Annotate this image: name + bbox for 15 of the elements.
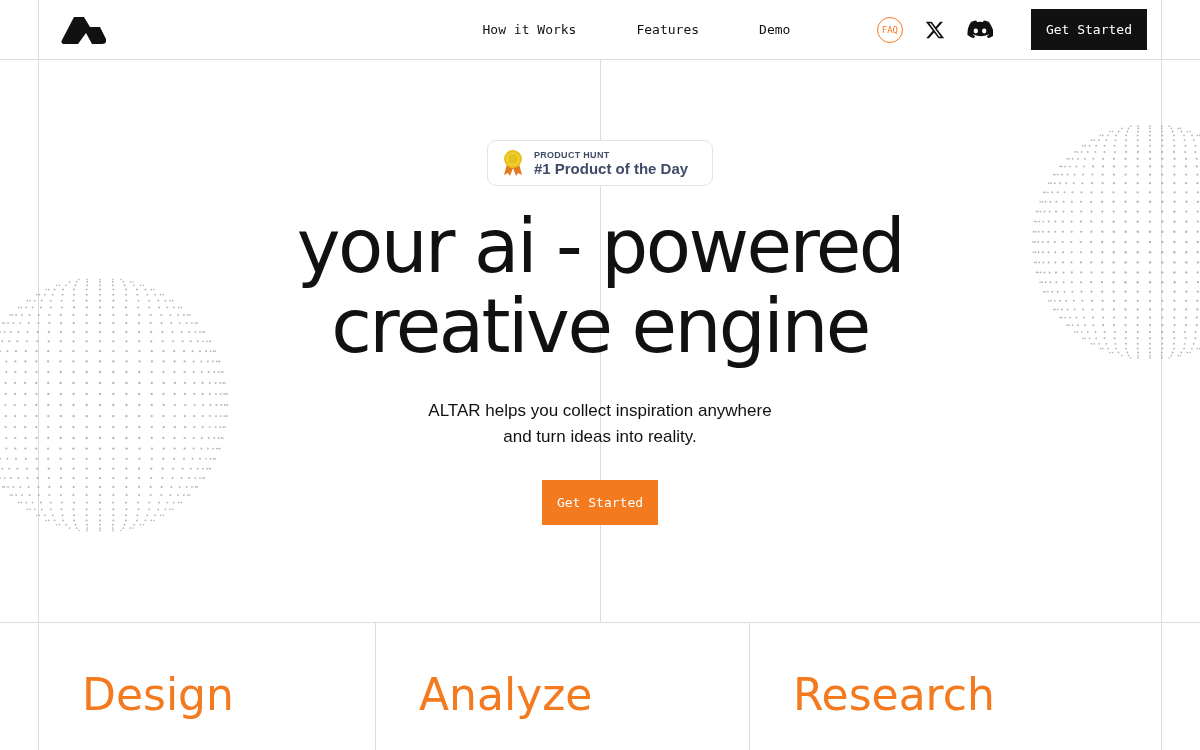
chat-icon[interactable]: [966, 19, 993, 40]
feature-title: Design: [82, 669, 235, 720]
logo-icon[interactable]: [60, 14, 106, 45]
hero-subtitle: ALTAR helps you collect inspiration anywhere and turn ideas into reality.: [428, 400, 772, 448]
hero-headline: your ai - powered creative engine: [296, 206, 904, 366]
get-started-button[interactable]: Get Started: [1030, 9, 1147, 50]
feature-title: Analyze: [419, 669, 594, 720]
badge-overline: PRODUCT HUNT: [533, 149, 611, 160]
medal-icon: [501, 149, 524, 177]
nav-link[interactable]: How it Works: [482, 22, 577, 37]
nav-link[interactable]: Features: [636, 22, 700, 37]
x-icon[interactable]: [924, 19, 945, 40]
nav-link[interactable]: Demo: [759, 22, 791, 37]
badge-title: #1 Product of the Day: [533, 159, 689, 177]
feature-title: Research: [793, 669, 996, 720]
